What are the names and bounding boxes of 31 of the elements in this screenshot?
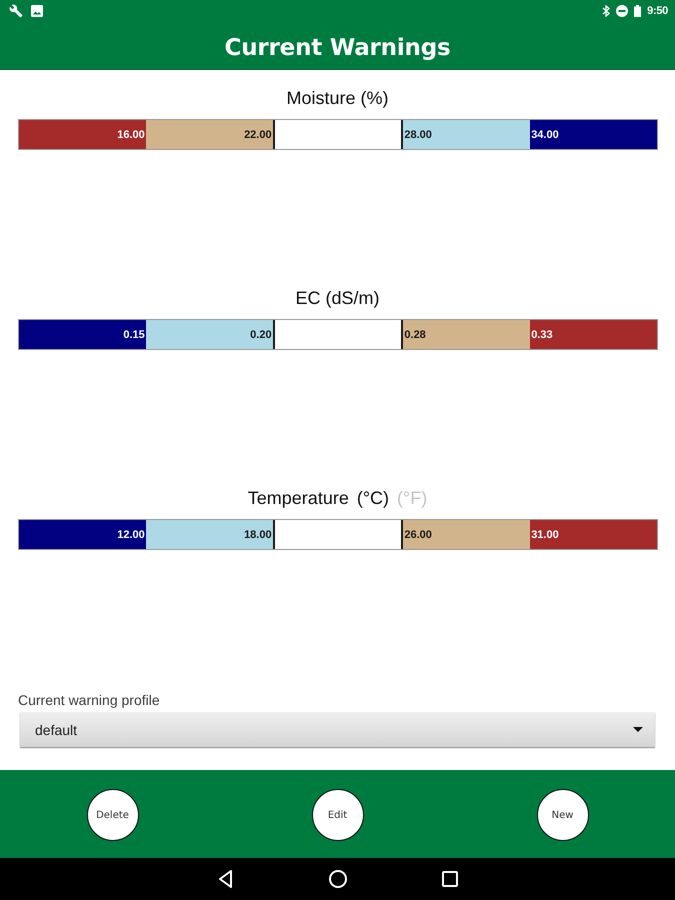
range-segment: 0.33 [530,320,657,349]
status-time: 9:50 [647,5,668,17]
image-icon [31,5,43,17]
range-segment: 16.00 [19,120,146,149]
range-segment: 18.00 [146,520,273,549]
range-segment: 0.20 [146,320,273,349]
home-icon[interactable] [328,869,348,889]
profile-dropdown[interactable]: default [20,712,655,747]
screen-title: Current Warnings [224,34,450,60]
range-segment: 12.00 [19,520,146,549]
range-segment: 0.28 [403,320,530,349]
wrench-icon [9,4,23,18]
do-not-disturb-icon [616,5,628,17]
range-segment: 0.15 [19,320,146,349]
gauge-title: Moisture (%) [286,87,388,110]
round-button[interactable]: Edit [312,789,364,841]
gauge-title: EC (dS/m) [295,287,380,310]
gauge-title: Temperature [248,487,349,510]
range-segment: 31.00 [530,520,657,549]
caret-icon [633,727,643,732]
unit-toggle[interactable]: (°C) [356,486,390,510]
field-label: Current warning profile [18,692,161,708]
range-segment: 34.00 [530,120,657,149]
range-segment: 22.00 [146,120,273,149]
battery-icon [634,5,642,17]
bluetooth-icon [602,5,610,17]
round-button[interactable]: New [536,789,588,841]
round-button[interactable]: Delete [86,789,138,841]
range-segment: 26.00 [403,520,530,549]
range-segment: 28.00 [403,120,530,149]
recents-icon[interactable] [440,869,460,889]
